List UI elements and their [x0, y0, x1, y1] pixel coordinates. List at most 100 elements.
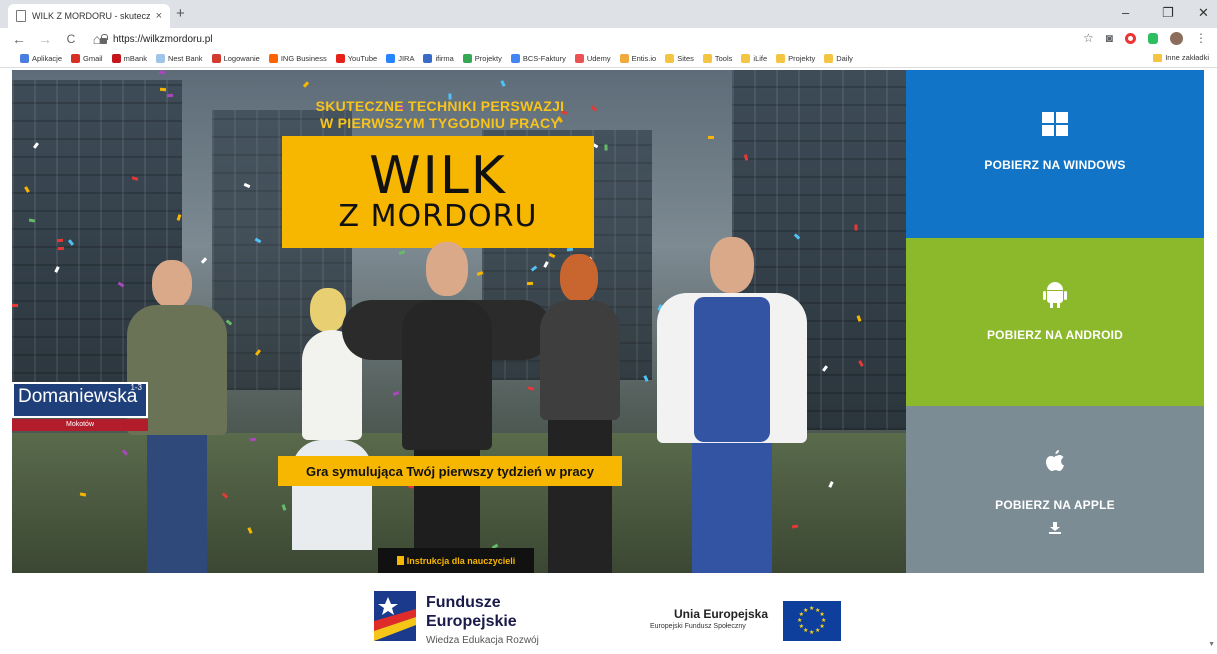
- confetti-piece: [12, 303, 19, 308]
- bookmark-label: Entis.io: [631, 54, 657, 63]
- fe-subtitle: Wiedza Edukacja Rozwój: [426, 635, 539, 646]
- bookmark-icon: [741, 54, 751, 63]
- fe-title-line-2: Europejskie: [426, 613, 517, 630]
- game-subtitle: Gra symulująca Twój pierwszy tydzień w p…: [278, 456, 622, 486]
- address-bar[interactable]: https://wilkzmordoru.pl: [100, 30, 1060, 48]
- teacher-button-label: Instrukcja dla nauczycieli: [406, 555, 516, 566]
- ue-title: Unia Europejska: [674, 607, 769, 621]
- scroll-down-icon[interactable]: ▼: [1208, 641, 1215, 648]
- page-icon: [16, 10, 26, 22]
- bookmark-icon: [268, 54, 278, 63]
- footer: Fundusze Europejskie Wiedza Edukacja Roz…: [0, 573, 1217, 654]
- bookmark-icon: [335, 54, 345, 63]
- bookmark-label: Aplikacje: [32, 54, 63, 63]
- confetti-piece: [302, 81, 310, 88]
- game-logo: WILK Z MORDORU: [282, 136, 594, 248]
- confetti-piece: [56, 238, 64, 243]
- opera-extension-icon[interactable]: [1125, 32, 1136, 44]
- lock-icon: [100, 33, 108, 44]
- download-windows-button[interactable]: POBIERZ NA WINDOWS: [906, 70, 1204, 238]
- menu-icon[interactable]: ⋮: [1195, 31, 1207, 45]
- bookmark-icon: [776, 54, 786, 63]
- bookmark-icon: [462, 54, 472, 63]
- fe-title-line-1: Fundusze: [426, 594, 501, 611]
- camera-icon[interactable]: ◙: [1106, 31, 1113, 45]
- bookmark-item[interactable]: ING Business: [268, 54, 327, 63]
- download-apple-button[interactable]: POBIERZ NA APPLE: [906, 406, 1204, 573]
- toolbar-extensions: ☆ ◙ ⋮: [1083, 31, 1207, 45]
- close-tab-icon[interactable]: ×: [156, 10, 162, 22]
- street-name: Domaniewska: [18, 386, 138, 407]
- tagline: SKUTECZNE TECHNIKI PERSWAZJI W PIERWSZYM…: [280, 98, 600, 132]
- bookmark-item[interactable]: Tools: [702, 54, 733, 63]
- back-icon[interactable]: ←: [12, 31, 26, 47]
- logo-line-2: Z MORDORU: [338, 199, 538, 234]
- pdf-icon: [396, 556, 404, 565]
- eu-flag: ★ ★ ★ ★ ★ ★ ★ ★ ★ ★ ★ ★: [783, 601, 841, 641]
- eu-star-icon: ★: [803, 607, 809, 614]
- bookmark-item[interactable]: JIRA: [386, 54, 414, 63]
- bookmark-label: Sites: [677, 54, 694, 63]
- bookmark-item[interactable]: ifirma: [423, 54, 454, 63]
- bookmark-item[interactable]: Entis.io: [619, 54, 657, 63]
- bookmark-label: mBank: [123, 54, 147, 63]
- bookmark-item[interactable]: Daily: [824, 54, 853, 63]
- teacher-instructions-button[interactable]: Instrukcja dla nauczycieli: [378, 548, 534, 573]
- ue-subtitle: Europejski Fundusz Społeczny: [650, 623, 746, 630]
- bookmark-item[interactable]: Udemy: [574, 54, 611, 63]
- bookmark-icon: [20, 54, 29, 63]
- bookmark-icon: [423, 54, 433, 63]
- bookmark-label: ifirma: [435, 54, 454, 63]
- bookmark-item[interactable]: Gmail: [71, 54, 103, 63]
- forward-icon[interactable]: →: [38, 31, 52, 47]
- fe-title: Fundusze Europejskie: [426, 593, 517, 631]
- confetti-piece: [57, 246, 65, 251]
- confetti-piece: [500, 80, 506, 87]
- logo-line-1: WILK: [369, 146, 507, 206]
- confetti-piece: [708, 136, 714, 139]
- bookmark-label: BCS-Faktury: [522, 54, 566, 63]
- confetti-piece: [166, 93, 174, 98]
- eu-star-icon: ★: [809, 606, 815, 612]
- star-icon[interactable]: ☆: [1083, 31, 1094, 45]
- bookmark-item[interactable]: Sites: [665, 54, 694, 63]
- character-man-blue-vest: [632, 235, 832, 573]
- bookmark-label: JIRA: [398, 54, 415, 63]
- bookmark-item[interactable]: Projekty: [462, 54, 502, 63]
- browser-toolbar: ← → C ⌂ https://wilkzmordoru.pl ☆ ◙ ⋮: [0, 28, 1217, 50]
- bookmark-label: Tools: [714, 54, 733, 63]
- tab-title: WILK Z MORDORU - skuteczne t: [32, 11, 150, 21]
- bookmark-icon: [111, 54, 121, 63]
- bookmark-item[interactable]: Aplikacje: [20, 54, 62, 63]
- bookmark-item[interactable]: YouTube: [335, 54, 377, 63]
- confetti-piece: [159, 87, 167, 92]
- bookmark-item[interactable]: Projekty: [776, 54, 815, 63]
- folder-icon: [1153, 53, 1163, 62]
- bookmark-item[interactable]: BCS-Faktury: [510, 54, 566, 63]
- eu-star-icon: ★: [797, 618, 803, 624]
- minimize-icon[interactable]: –: [1122, 5, 1129, 20]
- maximize-icon[interactable]: ❐: [1162, 5, 1174, 21]
- eu-star-icon: ★: [809, 630, 815, 636]
- apple-icon: [1046, 450, 1064, 471]
- bookmark-item[interactable]: mBank: [111, 54, 147, 63]
- other-bookmarks[interactable]: Inne zakładki: [1153, 53, 1209, 62]
- bookmark-label: ING Business: [280, 54, 327, 63]
- reload-icon[interactable]: C: [64, 32, 78, 46]
- bookmark-label: Daily: [836, 54, 853, 63]
- profile-avatar[interactable]: [1170, 31, 1183, 45]
- bookmark-icon: [665, 54, 675, 63]
- download-android-button[interactable]: POBIERZ NA ANDROID: [906, 238, 1204, 406]
- new-tab-icon[interactable]: +: [176, 5, 185, 22]
- evernote-extension-icon[interactable]: [1148, 32, 1158, 44]
- bookmark-item[interactable]: iLife: [741, 54, 767, 63]
- tab-active[interactable]: WILK Z MORDORU - skuteczne t ×: [8, 4, 170, 28]
- close-window-icon[interactable]: ✕: [1198, 5, 1209, 21]
- bookmark-icon: [510, 54, 520, 63]
- bookmark-item[interactable]: Logowanie: [211, 54, 260, 63]
- bookmark-item[interactable]: Nest Bank: [155, 54, 203, 63]
- confetti-piece: [854, 224, 858, 231]
- bookmark-label: Logowanie: [223, 54, 260, 63]
- bookmark-label: Nest Bank: [167, 54, 203, 63]
- eu-star-icon: ★: [815, 628, 821, 635]
